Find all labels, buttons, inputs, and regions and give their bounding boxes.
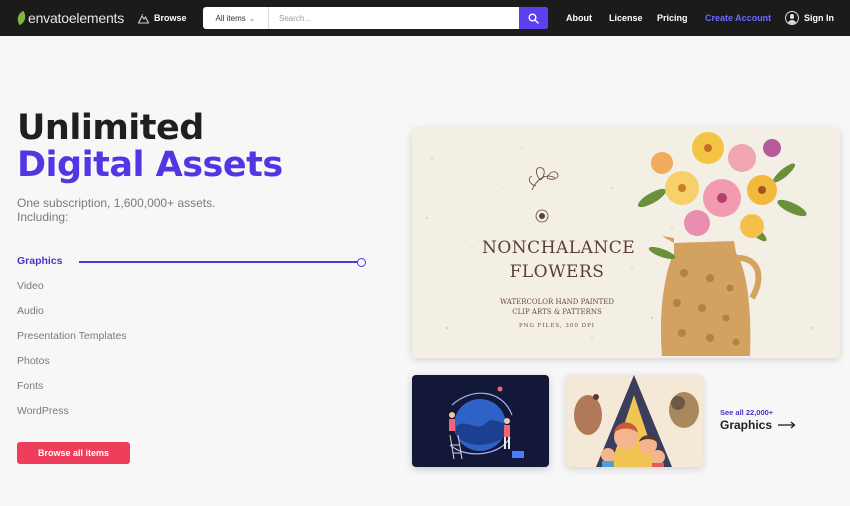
browse-menu-button[interactable]: Browse — [138, 10, 187, 26]
hero-subtitle: One subscription, 1,600,000+ assets. Inc… — [17, 196, 216, 224]
top-navigation-bar: envatoelements Browse All items ⌄ About … — [0, 0, 850, 36]
category-fonts[interactable]: Fonts — [17, 380, 43, 392]
featured-subtitle-line2: CLIP ARTS & PATTERNS — [512, 308, 602, 316]
category-audio[interactable]: Audio — [17, 305, 44, 317]
category-presentation-templates[interactable]: Presentation Templates — [17, 330, 127, 342]
nav-create-account[interactable]: Create Account — [705, 0, 771, 36]
category-graphics[interactable]: Graphics — [17, 255, 63, 267]
search-input[interactable] — [269, 7, 519, 29]
logo-text: envatoelements — [28, 10, 125, 26]
chevron-down-icon: ⌄ — [248, 13, 256, 23]
hero-title: Unlimited Digital Assets — [17, 110, 283, 184]
user-avatar-icon — [785, 11, 799, 25]
browse-label: Browse — [154, 13, 187, 23]
see-all-graphics-link[interactable]: See all 22,000+ Graphics — [720, 408, 796, 432]
search-icon — [528, 13, 539, 24]
search-button[interactable] — [519, 7, 548, 29]
sign-in-label: Sign In — [804, 13, 834, 23]
see-all-category: Graphics — [720, 418, 796, 432]
graphic-thumbnail-illustration[interactable] — [566, 375, 703, 467]
see-all-count: See all 22,000+ — [720, 408, 774, 417]
search-category-label: All items — [215, 13, 246, 23]
category-photos[interactable]: Photos — [17, 355, 50, 367]
search-bar: All items ⌄ — [203, 7, 548, 29]
featured-title-line2: FLOWERS — [509, 262, 605, 282]
nav-license[interactable]: License — [609, 0, 643, 36]
nav-about[interactable]: About — [566, 0, 592, 36]
space-illustration — [449, 386, 524, 460]
envato-elements-logo[interactable]: envatoelements — [15, 10, 125, 26]
browse-all-items-button[interactable]: Browse all items — [17, 442, 130, 464]
family-illustration — [574, 375, 699, 467]
active-category-indicator-line — [79, 261, 358, 263]
arrow-right-icon — [778, 421, 796, 429]
nav-pricing[interactable]: Pricing — [657, 0, 688, 36]
featured-graphic-card[interactable]: NONCHALANCE FLOWERS WATERCOLOR HAND PAIN… — [412, 128, 840, 358]
hero-title-line2: Digital Assets — [17, 145, 283, 185]
active-category-indicator-dot — [357, 257, 366, 267]
mountain-icon — [138, 13, 149, 24]
featured-title-line1: NONCHALANCE — [482, 238, 636, 258]
leaf-icon — [15, 10, 28, 26]
featured-subtitle-line1: WATERCOLOR HAND PAINTED — [499, 298, 615, 306]
sign-in-button[interactable]: Sign In — [785, 9, 834, 27]
graphic-thumbnail-space[interactable] — [412, 375, 549, 467]
featured-files-note: PNG FILES, 300 DPI — [519, 323, 595, 329]
search-category-dropdown[interactable]: All items ⌄ — [203, 7, 269, 29]
category-video[interactable]: Video — [17, 280, 44, 292]
category-wordpress[interactable]: WordPress — [17, 405, 69, 417]
see-all-category-label: Graphics — [720, 418, 773, 432]
hero-title-line1: Unlimited — [17, 108, 204, 148]
